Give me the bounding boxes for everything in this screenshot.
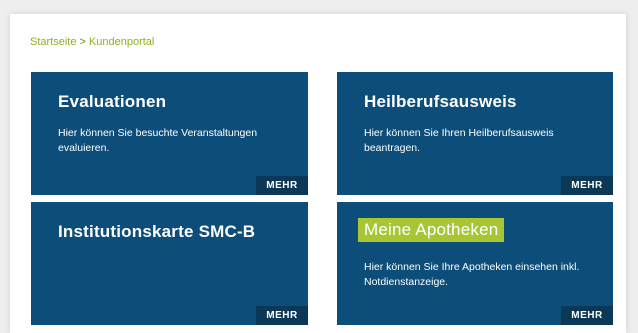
- tile-evaluationen[interactable]: Evaluationen Hier können Sie besuchte Ve…: [31, 72, 308, 195]
- more-button[interactable]: MEHR: [561, 306, 613, 325]
- breadcrumb-separator: >: [79, 36, 86, 48]
- tile-description: Hier können Sie besuchte Veranstaltungen…: [58, 127, 258, 154]
- breadcrumb: Startseite > Kundenportal: [30, 36, 154, 48]
- tile-meine-apotheken[interactable]: Meine Apotheken Hier können Sie Ihre Apo…: [337, 202, 613, 325]
- tile-title: Heilberufsausweis: [364, 92, 517, 111]
- tile-description: Hier können Sie Ihre Apotheken einsehen …: [364, 261, 580, 288]
- breadcrumb-current[interactable]: Kundenportal: [89, 36, 154, 48]
- tile-heilberufsausweis[interactable]: Heilberufsausweis Hier können Sie Ihren …: [337, 72, 613, 195]
- more-button[interactable]: MEHR: [256, 306, 308, 325]
- breadcrumb-home-link[interactable]: Startseite: [30, 36, 76, 48]
- tile-title: Institutionskarte SMC-B: [58, 222, 256, 241]
- tile-institutionskarte[interactable]: Institutionskarte SMC-B MEHR: [31, 202, 308, 325]
- more-button[interactable]: MEHR: [256, 176, 308, 195]
- tile-title: Evaluationen: [58, 92, 167, 111]
- more-button[interactable]: MEHR: [561, 176, 613, 195]
- tile-description: Hier können Sie Ihren Heilberufsausweis …: [364, 127, 554, 154]
- tile-title-highlighted: Meine Apotheken: [358, 218, 505, 242]
